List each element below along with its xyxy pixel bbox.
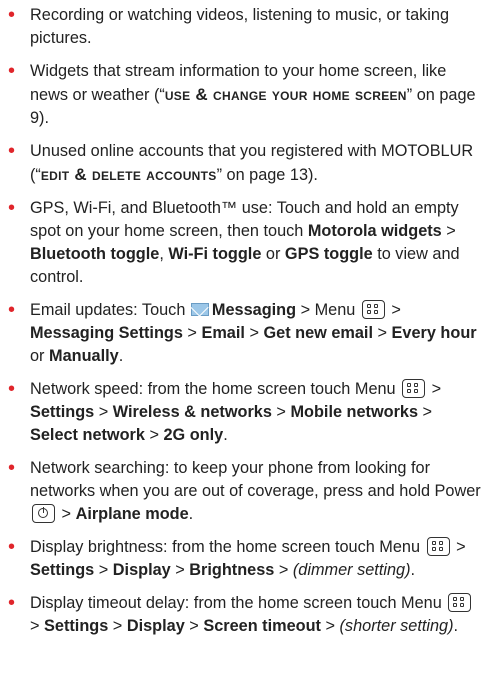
text-run: > [441, 222, 456, 240]
text-run: > [108, 617, 127, 635]
menu-path-label: Mobile networks [290, 403, 419, 421]
text-run: > [57, 505, 76, 523]
text-run: > [427, 380, 442, 398]
list-item: • Network speed: from the home screen tou… [0, 378, 489, 447]
menu-path-label: Settings [44, 617, 109, 635]
text-run: ” on page 13). [216, 166, 318, 184]
text-run: > [144, 426, 164, 444]
menu-path-label: Display [126, 617, 185, 635]
menu-path-label: Messaging Settings [30, 324, 183, 342]
text-run: > [271, 403, 291, 421]
text-run: > [244, 324, 264, 342]
list-item: • Email updates: Touch Messaging > Menu >… [0, 299, 489, 368]
menu-icon [402, 379, 426, 398]
text-run: > [94, 561, 113, 579]
text-run: Recording or watching videos, listening … [30, 6, 449, 47]
list-item: • GPS, Wi-Fi, and Bluetooth™ use: Touch a… [0, 197, 489, 289]
bullet-icon: • [8, 197, 16, 219]
text-run: or [30, 347, 50, 365]
menu-icon [361, 300, 385, 319]
menu-icon [426, 537, 450, 556]
list-item: • Recording or watching videos, listening… [0, 4, 489, 50]
cross-reference: Use & Change Your Home Screen [164, 85, 407, 104]
menu-path-label: Messaging [211, 301, 297, 319]
menu-path-label: GPS toggle [284, 245, 373, 263]
text-run: . [223, 426, 228, 444]
bullet-icon: • [8, 299, 16, 321]
bullet-icon: • [8, 140, 16, 162]
list-item: • Unused online accounts that you registe… [0, 140, 489, 187]
text-run: Display brightness: from the home screen… [30, 538, 425, 556]
text-run: Email updates: Touch [30, 301, 190, 319]
bullet-icon: • [8, 536, 16, 558]
text-run: > [418, 403, 433, 421]
text-run: (shorter setting) [339, 617, 454, 635]
list-item: • Display timeout delay: from the home sc… [0, 592, 489, 638]
menu-path-label: Email [201, 324, 245, 342]
bullet-icon: • [8, 378, 16, 400]
list-item: • Network searching: to keep your phone f… [0, 457, 489, 526]
menu-path-label: Select network [30, 426, 145, 444]
text-run: > Menu [296, 301, 360, 319]
text-run: (dimmer setting) [292, 561, 411, 579]
list-item: • Display brightness: from the home scree… [0, 536, 489, 582]
text-run: . [453, 617, 459, 635]
text-run: . [118, 347, 124, 365]
menu-path-label: Wi-Fi toggle [168, 245, 262, 263]
menu-path-label: Wireless & networks [112, 403, 272, 421]
list-item: • Widgets that stream information to your… [0, 60, 489, 130]
mail-icon [190, 303, 209, 316]
menu-icon [448, 593, 472, 612]
text-run: Network speed: from the home screen touc… [30, 380, 401, 398]
menu-path-label: Settings [30, 403, 95, 421]
menu-path-label: Every hour [391, 324, 477, 342]
text-run: > [94, 403, 113, 421]
text-run: > [182, 324, 202, 342]
text-run: > [386, 301, 401, 319]
text-run: > [30, 617, 45, 635]
menu-path-label: Display [112, 561, 171, 579]
bullet-icon: • [8, 592, 16, 614]
menu-path-label: Motorola widgets [307, 222, 442, 240]
text-run: > [184, 617, 204, 635]
text-run: > [274, 561, 293, 579]
text-run: Network searching: to keep your phone fr… [30, 459, 481, 500]
bullet-icon: • [8, 4, 16, 26]
menu-path-label: 2G only [163, 426, 224, 444]
text-run: > [451, 538, 466, 556]
power-icon [32, 504, 55, 523]
text-run: > [320, 617, 340, 635]
cross-reference: Edit & Delete Accounts [40, 165, 217, 184]
menu-path-label: Airplane mode [75, 505, 189, 523]
bullet-icon: • [8, 457, 16, 479]
battery-tips-list: • Recording or watching videos, listening… [0, 4, 489, 648]
text-run: > [372, 324, 392, 342]
menu-path-label: Manually [49, 347, 119, 365]
menu-path-label: Get new email [263, 324, 373, 342]
bullet-icon: • [8, 60, 16, 82]
text-run: . [188, 505, 194, 523]
menu-path-label: Bluetooth toggle [30, 245, 160, 263]
menu-path-label: Screen timeout [203, 617, 321, 635]
text-run: or [261, 245, 285, 263]
text-run: Display timeout delay: from the home scr… [30, 594, 447, 612]
text-run: > [170, 561, 190, 579]
text-run: . [410, 561, 416, 579]
menu-path-label: Settings [30, 561, 95, 579]
menu-path-label: Brightness [189, 561, 275, 579]
